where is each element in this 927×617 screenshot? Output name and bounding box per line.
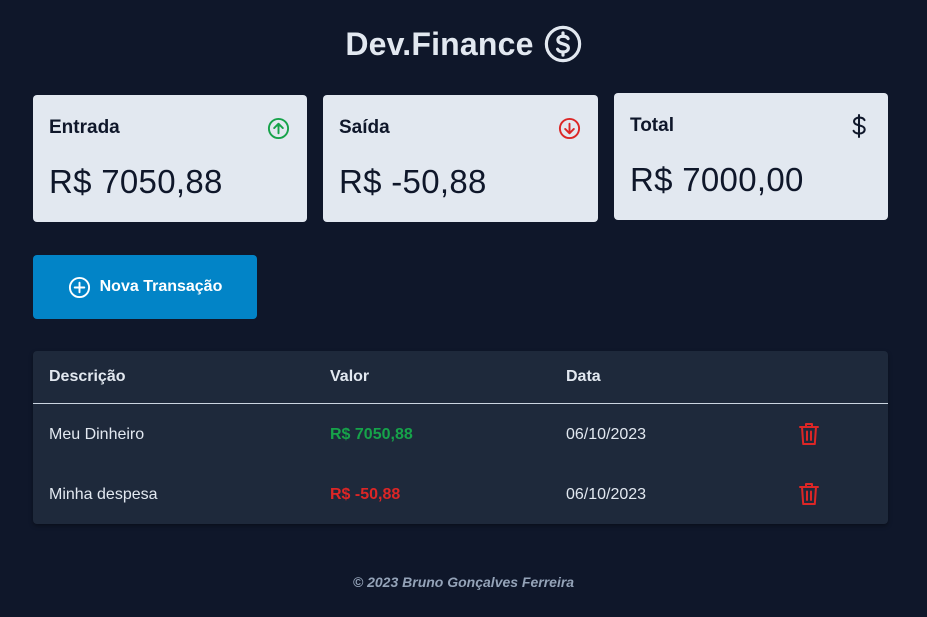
card-total-title: Total	[630, 115, 674, 136]
arrow-down-circle-icon	[556, 115, 582, 141]
row-value: R$ 7050,88	[330, 426, 413, 443]
row-date: 06/10/2023	[566, 426, 647, 443]
table-row: Meu Dinheiro R$ 7050,88 06/10/2023	[33, 404, 888, 464]
transactions-table: Descrição Valor Data Meu Dinheiro R$ 705…	[33, 351, 888, 524]
app-header: Dev.Finance	[0, 24, 927, 64]
card-expense-title: Saída	[339, 117, 390, 138]
plus-circle-icon	[68, 276, 90, 298]
row-description: Meu Dinheiro	[49, 426, 145, 443]
column-header-description: Descrição	[49, 368, 126, 385]
table-header: Descrição Valor Data	[33, 351, 888, 404]
card-total-value: R$ 7000,00	[630, 161, 804, 198]
table-row: Minha despesa R$ -50,88 06/10/2023	[33, 464, 888, 524]
dollar-icon	[846, 113, 872, 139]
row-date: 06/10/2023	[566, 486, 647, 503]
row-value: R$ -50,88	[330, 486, 401, 503]
trash-icon[interactable]	[798, 481, 820, 507]
app-title: Dev.Finance	[345, 25, 534, 62]
new-transaction-label: Nova Transação	[99, 278, 223, 295]
card-expense: Saída R$ -50,88	[323, 95, 598, 222]
footer-copyright: © 2023 Bruno Gonçalves Ferreira	[352, 574, 575, 590]
new-transaction-button[interactable]: Nova Transação	[33, 255, 257, 319]
card-income-title: Entrada	[49, 117, 120, 138]
trash-icon[interactable]	[798, 421, 820, 447]
card-income-value: R$ 7050,88	[49, 163, 223, 200]
dollar-circle-icon	[544, 25, 581, 63]
column-header-date: Data	[566, 368, 601, 385]
page: Dev.Finance Entrada R$ 7050,88 Saída R$ …	[0, 0, 927, 617]
card-income: Entrada R$ 7050,88	[33, 95, 307, 222]
arrow-up-circle-icon	[265, 115, 291, 141]
card-expense-value: R$ -50,88	[339, 163, 487, 200]
column-header-value: Valor	[330, 368, 370, 385]
card-total: Total R$ 7000,00	[614, 93, 888, 220]
row-description: Minha despesa	[49, 486, 158, 503]
